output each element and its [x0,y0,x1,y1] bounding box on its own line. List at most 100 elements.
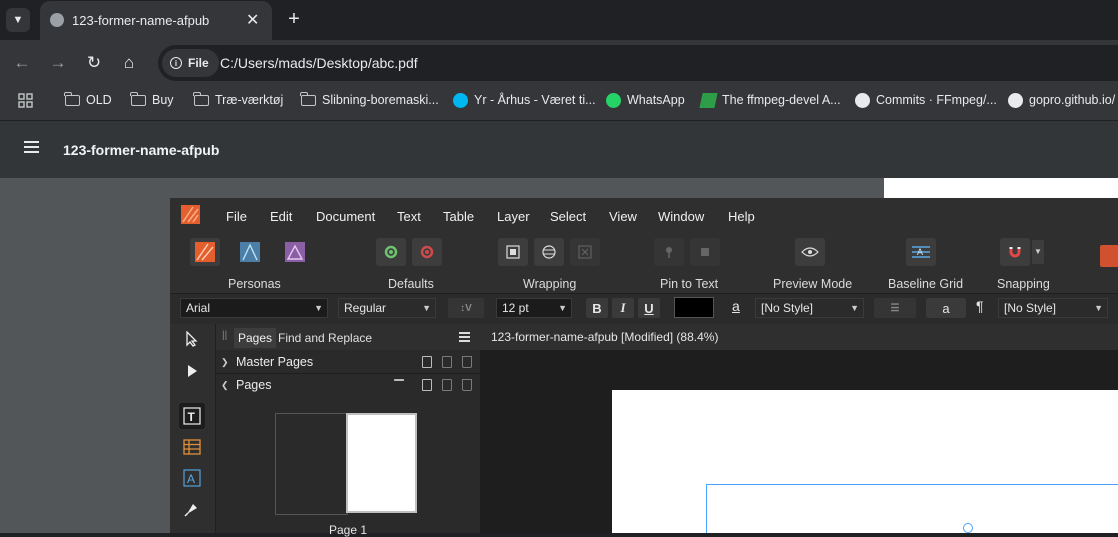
menu-edit[interactable]: Edit [270,209,292,224]
paragraph-spacing-icon[interactable]: ☰ [874,298,916,318]
wrap-none-icon[interactable] [570,238,600,266]
order-arrange-icon[interactable] [1100,245,1118,267]
menu-view[interactable]: View [609,209,637,224]
tab-close-icon[interactable]: ✕ [246,10,259,30]
publisher-persona-icon[interactable] [190,238,220,266]
bold-button[interactable]: B [586,298,608,318]
apply-master-icon[interactable] [394,379,404,391]
bookmark-label: Træ-værktøj [215,93,284,107]
reload-icon[interactable]: ↻ [83,52,105,74]
browser-tab[interactable]: 123-former-name-afpub ✕ [40,1,272,40]
site-info-chip[interactable]: i File [162,49,219,77]
pin-inline-icon[interactable] [690,238,720,266]
character-decoration-icon[interactable]: a [732,298,740,314]
paragraph-panel-icon[interactable]: ¶ [976,298,984,314]
snapping-dropdown-icon[interactable]: ▼ [1032,240,1044,264]
frame-text-tool-icon[interactable]: T [179,403,205,429]
baseline-grid-icon[interactable]: A [906,238,936,266]
tab-find-and-replace[interactable]: Find and Replace [278,328,372,348]
node-tool-icon[interactable] [179,358,205,384]
font-family-value: Arial [186,301,211,315]
font-size-select[interactable]: 12 pt ▼ [496,298,572,318]
artistic-text-tool-icon[interactable]: A [179,465,205,491]
pages-section[interactable]: ❮ Pages [216,373,480,396]
bookmark-slibning[interactable]: Slibning-boremaski... [300,86,439,114]
menu-help[interactable]: Help [728,209,755,224]
photo-persona-icon[interactable] [280,238,310,266]
text-frame[interactable] [706,484,1118,533]
new-tab-icon[interactable]: + [284,8,304,30]
italic-button[interactable]: I [612,298,634,318]
folder-icon [193,91,209,106]
move-tool-icon[interactable] [179,326,205,352]
defaults-label: Defaults [388,277,434,291]
text-color-swatch[interactable] [674,297,714,318]
add-master-icon[interactable] [422,356,432,368]
character-style-select[interactable]: [No Style] ▼ [755,298,864,318]
page-thumbnail[interactable] [346,413,417,513]
wrapping-label: Wrapping [523,277,577,291]
pen-tool-icon[interactable] [179,496,205,522]
delete-page-icon[interactable] [462,379,472,391]
menu-table[interactable]: Table [443,209,474,224]
tab-search-chevron-icon[interactable]: ▼ [6,8,30,32]
preview-mode-icon[interactable] [795,238,825,266]
baseline-grid-label: Baseline Grid [888,277,964,291]
bookmark-ffmpeg-commits[interactable]: Commits · FFmpeg/... [855,86,997,114]
master-pages-section[interactable]: ❯ Master Pages [216,351,480,373]
menu-select[interactable]: Select [550,209,586,224]
forward-icon[interactable]: → [47,52,69,74]
hamburger-menu-icon[interactable] [24,141,39,153]
back-icon[interactable]: ← [11,52,33,74]
paragraph-style-select[interactable]: [No Style] ▼ [998,298,1108,318]
bookmark-old[interactable]: OLD [64,86,112,114]
menu-window[interactable]: Window [658,209,704,224]
bookmark-whatsapp[interactable]: WhatsApp [606,86,685,114]
bookmark-gopro[interactable]: gopro.github.io/ [1008,86,1115,114]
character-panel-button[interactable]: a [926,298,966,318]
menu-text[interactable]: Text [397,209,421,224]
frame-rotation-handle[interactable] [963,523,973,533]
bookmark-trae-vaerktoj[interactable]: Træ-værktøj [193,86,284,114]
wrap-settings-icon[interactable] [498,238,528,266]
delete-master-icon[interactable] [462,356,472,368]
menu-layer[interactable]: Layer [497,209,530,224]
panel-menu-icon[interactable] [459,332,470,342]
menu-document[interactable]: Document [316,209,375,224]
add-page-icon[interactable] [422,379,432,391]
chevron-right-icon: ❯ [221,357,229,367]
document-tab[interactable]: 123-former-name-afpub [Modified] (88.4%) [480,324,1118,350]
bookmark-label: The ffmpeg-devel A... [722,93,841,107]
tab-pages[interactable]: Pages [234,328,277,348]
table-tool-icon[interactable] [179,434,205,460]
duplicate-master-icon[interactable] [442,356,452,368]
pages-panel: || Pages Find and Replace ❯ Master Pages… [215,324,480,537]
chevron-down-icon: ▼ [422,303,431,313]
font-family-select[interactable]: Arial ▼ [180,298,328,318]
pin-icon[interactable] [654,238,684,266]
url-text[interactable]: C:/Users/mads/Desktop/abc.pdf [220,55,418,71]
canvas-page[interactable] [612,390,1118,533]
panel-grip-icon[interactable]: || [222,330,227,341]
duplicate-page-icon[interactable] [442,379,452,391]
bookmark-label: Commits · FFmpeg/... [876,93,997,107]
font-style-select[interactable]: Regular ▼ [338,298,436,318]
text-tracking-icon[interactable]: ↕V [448,298,484,318]
wrap-around-icon[interactable] [534,238,564,266]
menu-file[interactable]: File [226,209,247,224]
pin-to-text-label: Pin to Text [660,277,719,291]
defaults-reset-gear-icon[interactable] [412,238,442,266]
font-style-value: Regular [344,301,387,315]
bookmark-ffmpeg-devel[interactable]: The ffmpeg-devel A... [699,86,841,114]
bookmark-buy[interactable]: Buy [130,86,174,114]
bookmark-yr[interactable]: Yr - Århus - Været ti... [453,86,596,114]
designer-persona-icon[interactable] [235,238,265,266]
apps-grid-icon[interactable] [18,86,33,114]
underline-button[interactable]: U [638,298,660,318]
defaults-gear-icon[interactable] [376,238,406,266]
home-icon[interactable]: ⌂ [118,52,140,74]
bookmark-label: gopro.github.io/ [1029,93,1116,107]
address-bar[interactable]: i File C:/Users/mads/Desktop/abc.pdf [158,45,1118,81]
snapping-magnet-icon[interactable] [1000,238,1030,266]
ffmpeg-icon [699,92,718,108]
